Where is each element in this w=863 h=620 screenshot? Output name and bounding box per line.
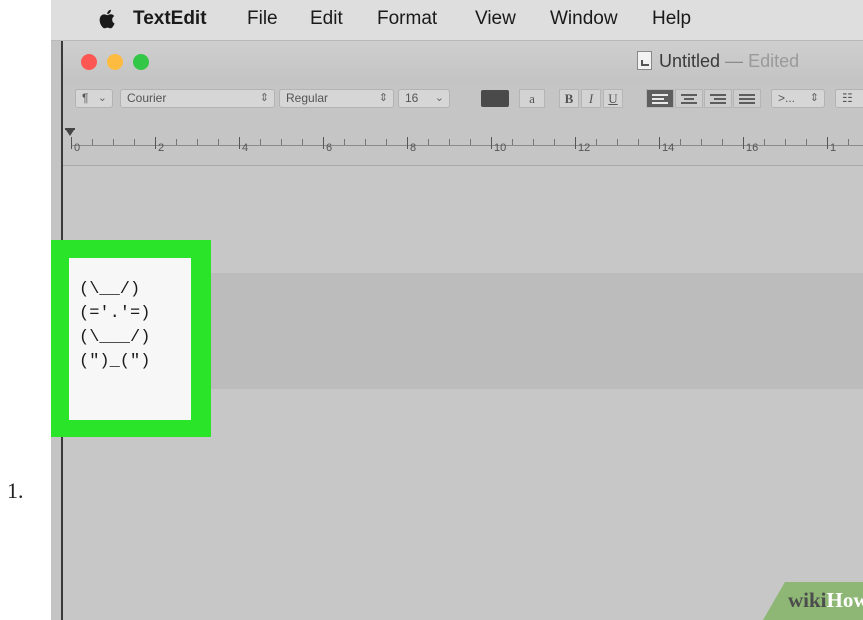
edited-status: Edited (748, 51, 800, 71)
menu-window[interactable]: Window (550, 8, 618, 30)
ruler-label: 14 (662, 142, 675, 154)
watermark-wiki: wiki (788, 588, 827, 612)
paragraph-styles-menu[interactable]: ¶ ⌄ (75, 89, 113, 108)
menu-file[interactable]: File (247, 8, 278, 30)
ruler-label: 10 (494, 142, 507, 154)
chevron-down-icon: ⌄ (97, 92, 107, 104)
list-icon: ☷ (842, 91, 853, 105)
ruler-label: 8 (410, 142, 417, 154)
underline-button[interactable]: U (603, 89, 623, 108)
menu-format[interactable]: Format (377, 8, 437, 30)
callout-inner: (\__/) (='.'=) (\___/) (")_(") (69, 258, 191, 420)
minimize-button[interactable] (107, 54, 123, 70)
ascii-line: (\__/) (79, 280, 141, 299)
ruler-label: 16 (746, 142, 759, 154)
font-style-popup[interactable]: Regular ⇕ (279, 89, 394, 108)
text-background-button[interactable]: a (519, 89, 545, 108)
menu-view[interactable]: View (475, 8, 516, 30)
paragraph-icon: ¶ (82, 91, 89, 105)
menu-edit[interactable]: Edit (310, 8, 343, 30)
ascii-bunny-art: (\__/) (='.'=) (\___/) (")_(") (79, 278, 150, 374)
close-button[interactable] (81, 54, 97, 70)
updown-arrows-icon: ⇕ (259, 92, 269, 104)
updown-arrows-icon: ⇕ (378, 92, 388, 104)
ruler-label: 0 (74, 142, 81, 154)
zoom-button[interactable] (133, 54, 149, 70)
ascii-line: (\___/) (79, 328, 151, 347)
line-spacing-popup[interactable]: >... ⇕ (771, 89, 825, 108)
font-family-value: Courier (127, 91, 167, 105)
align-left-button[interactable] (646, 89, 674, 108)
ruler-label: 4 (242, 142, 249, 154)
title-separator: — (725, 51, 744, 71)
text-color-well[interactable] (481, 90, 509, 107)
bold-button[interactable]: B (559, 89, 579, 108)
list-bullets-popup[interactable]: ☷ (835, 89, 863, 108)
ascii-line: (")_(") (79, 352, 151, 371)
ruler-label: 6 (326, 142, 333, 154)
ruler-label: 2 (158, 142, 165, 154)
step-number: 1. (7, 478, 24, 503)
italic-button[interactable]: I (581, 89, 601, 108)
ruler-label: 1 (830, 142, 837, 154)
callout-box: (\__/) (='.'=) (\___/) (")_(") (51, 240, 211, 437)
ruler-label: 12 (578, 142, 591, 154)
wikihow-watermark: wikiHow (788, 588, 863, 613)
menu-bar: TextEdit File Edit Format View Window He… (51, 0, 863, 41)
watermark-how: How (826, 588, 863, 612)
menu-help[interactable]: Help (652, 8, 691, 30)
line-spacing-value: >... (778, 91, 796, 105)
font-size-value: 16 (405, 91, 419, 105)
font-family-popup[interactable]: Courier ⇕ (120, 89, 275, 108)
chevron-down-icon: ⌄ (434, 92, 444, 104)
align-center-button[interactable] (675, 89, 703, 108)
window-title: Untitled — Edited (659, 51, 799, 72)
ruler[interactable]: 0 2 4 6 8 10 12 14 16 1 (63, 115, 863, 166)
menu-app-name[interactable]: TextEdit (133, 8, 207, 30)
updown-arrows-icon: ⇕ (809, 92, 819, 104)
justify-button[interactable] (733, 89, 761, 108)
font-style-value: Regular (286, 91, 329, 105)
left-indent-marker-icon[interactable] (66, 130, 74, 136)
document-icon (637, 51, 652, 70)
ascii-line: (='.'=) (79, 304, 151, 323)
font-size-combo[interactable]: 16 ⌄ (398, 89, 450, 108)
document-name: Untitled (659, 51, 721, 71)
title-bar: Untitled — Edited (63, 41, 863, 83)
apple-logo-icon[interactable] (98, 8, 118, 30)
align-right-button[interactable] (704, 89, 732, 108)
